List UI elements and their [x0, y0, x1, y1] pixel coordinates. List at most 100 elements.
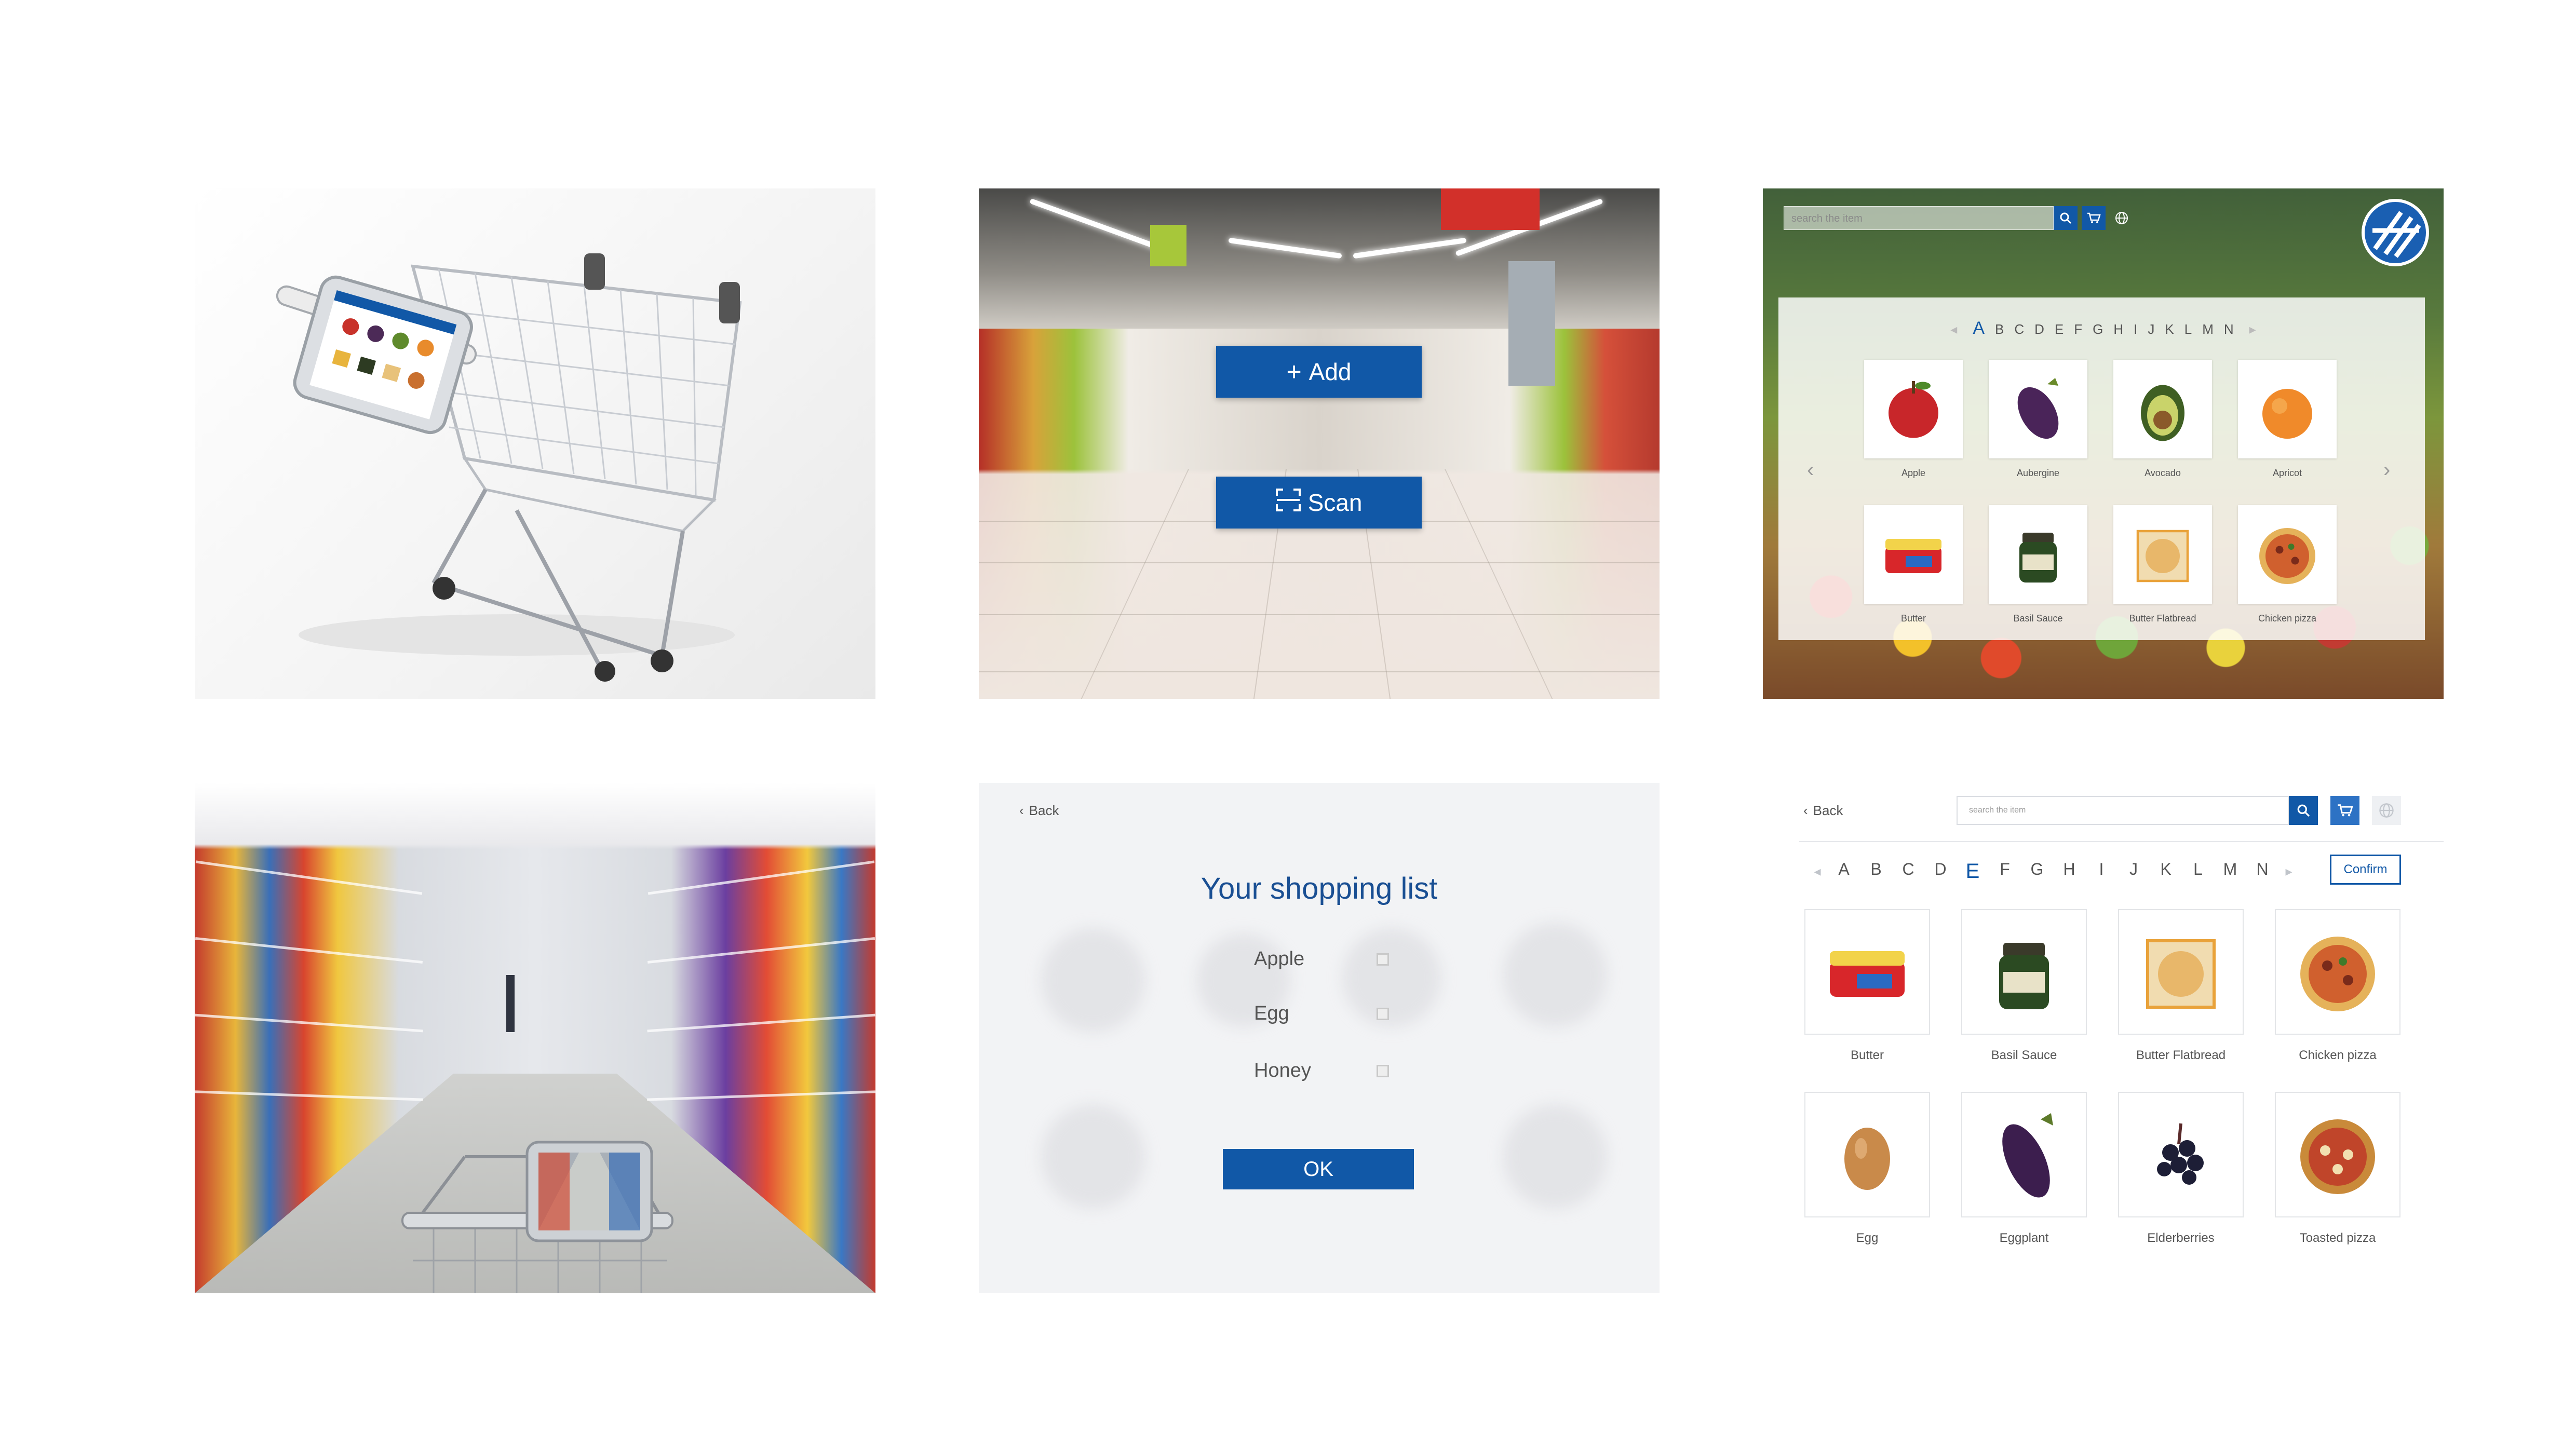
- product-card[interactable]: Elderberries: [2118, 1092, 2244, 1245]
- letter-filter-j[interactable]: J: [2118, 860, 2150, 883]
- letter-filter-n[interactable]: N: [2246, 860, 2278, 883]
- product-label: Avocado: [2145, 468, 2181, 478]
- letter-filter-n[interactable]: N: [2224, 321, 2234, 337]
- shopping-list-screen: ‹ Back Your shopping list Apple Egg Hone…: [979, 783, 1660, 1293]
- product-card[interactable]: Apple: [1864, 360, 1963, 479]
- alphabet-filter: ◂ A B C D E F G H I J K L M N ▸: [1763, 318, 2444, 338]
- letter-filter-e[interactable]: E: [2055, 321, 2064, 337]
- checkbox[interactable]: [1377, 1064, 1389, 1077]
- list-item[interactable]: Egg: [1254, 1003, 1389, 1025]
- search-input[interactable]: search the item: [1784, 206, 2054, 230]
- product-card[interactable]: Basil Sauce: [1989, 505, 2087, 624]
- letter-filter-i[interactable]: I: [2134, 321, 2137, 337]
- letter-filter-b[interactable]: B: [1995, 321, 2004, 337]
- search-input[interactable]: search the item: [1957, 796, 2289, 825]
- flatbread-icon: [2136, 530, 2189, 583]
- pizza-icon: [2300, 937, 2375, 1011]
- letter-filter-e[interactable]: E: [1957, 860, 1989, 883]
- product-label: Butter Flatbread: [2129, 613, 2196, 624]
- product-card[interactable]: Egg: [1804, 1092, 1930, 1245]
- next-letter-arrow-icon[interactable]: ▸: [2249, 321, 2256, 337]
- list-item[interactable]: Honey: [1254, 1060, 1389, 1082]
- letter-filter-g[interactable]: G: [2093, 321, 2103, 337]
- letter-filter-k[interactable]: K: [2150, 860, 2182, 883]
- letter-filter-m[interactable]: M: [2202, 321, 2214, 337]
- product-card[interactable]: Toasted pizza: [2275, 1092, 2400, 1245]
- letter-filter-g[interactable]: G: [2021, 860, 2053, 883]
- letter-filter-l[interactable]: L: [2182, 860, 2214, 883]
- confirm-button[interactable]: Confirm: [2330, 855, 2401, 885]
- promo-sign: [1441, 188, 1540, 230]
- scan-button-label: Scan: [1307, 489, 1363, 516]
- letter-filter-m[interactable]: M: [2214, 860, 2246, 883]
- prev-letter-arrow-icon[interactable]: ◂: [1807, 863, 1828, 879]
- product-label: Eggplant: [1999, 1231, 2049, 1245]
- product-card[interactable]: Butter: [1864, 505, 1963, 624]
- chevron-left-icon[interactable]: ‹: [1807, 458, 1814, 482]
- back-button[interactable]: ‹ Back: [1803, 803, 1843, 819]
- product-card[interactable]: Avocado: [2113, 360, 2212, 479]
- product-card[interactable]: Chicken pizza: [2275, 909, 2400, 1063]
- floor-tile-line: [979, 562, 1660, 563]
- language-button[interactable]: [2372, 796, 2401, 825]
- product-image: [1864, 505, 1963, 604]
- product-label: Apricot: [2272, 468, 2302, 478]
- letter-filter-l[interactable]: L: [2184, 321, 2192, 337]
- hanging-banner: [1508, 261, 1555, 386]
- product-label: Basil Sauce: [1991, 1048, 2057, 1062]
- letter-filter-b[interactable]: B: [1860, 860, 1892, 883]
- add-button[interactable]: + Add: [1216, 346, 1422, 398]
- cart-button[interactable]: [2082, 206, 2106, 230]
- product-card[interactable]: Butter Flatbread: [2118, 909, 2244, 1063]
- ok-button[interactable]: OK: [1223, 1149, 1414, 1189]
- letter-filter-d[interactable]: D: [1924, 860, 1957, 883]
- product-image: [1804, 909, 1930, 1035]
- list-item[interactable]: Apple: [1254, 948, 1389, 970]
- store-ceiling: [979, 188, 1660, 329]
- letter-filter-a[interactable]: A: [1828, 860, 1860, 883]
- letter-filter-k[interactable]: K: [2165, 321, 2174, 337]
- product-card[interactable]: Butter Flatbread: [2113, 505, 2212, 624]
- letter-filter-i[interactable]: I: [2085, 860, 2118, 883]
- back-button[interactable]: ‹ Back: [1019, 803, 1059, 819]
- checkbox[interactable]: [1377, 953, 1389, 966]
- product-card[interactable]: Butter: [1804, 909, 1930, 1063]
- letter-filter-a[interactable]: A: [1973, 318, 1985, 338]
- product-label: Chicken pizza: [2299, 1048, 2377, 1062]
- shopping-cart-illustration: [276, 253, 742, 682]
- language-button[interactable]: [2110, 206, 2134, 230]
- letter-filter-f[interactable]: F: [2074, 321, 2082, 337]
- cart-render-image: [195, 188, 875, 699]
- chevron-right-icon[interactable]: ›: [2383, 458, 2390, 482]
- product-catalog-screen: ‹ Back search the item ◂ A B C D E F G H I J K L M N ▸ …: [1763, 783, 2444, 1293]
- scan-button[interactable]: Scan: [1216, 477, 1422, 529]
- letter-filter-h[interactable]: H: [2053, 860, 2085, 883]
- checkbox[interactable]: [1377, 1007, 1389, 1020]
- letter-filter-c[interactable]: C: [2014, 321, 2024, 337]
- aubergine-icon: [2017, 378, 2059, 439]
- store-logo-icon: [2372, 211, 2421, 258]
- product-label: Butter: [1900, 613, 1926, 624]
- letter-filter-d[interactable]: D: [2034, 321, 2044, 337]
- product-card[interactable]: Aubergine: [1989, 360, 2087, 479]
- search-button[interactable]: [2289, 796, 2318, 825]
- cart-button[interactable]: [2330, 796, 2359, 825]
- product-image: [1961, 909, 2087, 1035]
- product-label: Egg: [1856, 1231, 1879, 1245]
- product-card[interactable]: Apricot: [2238, 360, 2337, 479]
- pizza-icon: [2259, 528, 2315, 584]
- letter-filter-c[interactable]: C: [1892, 860, 1924, 883]
- blurred-product: [1041, 928, 1145, 1032]
- next-letter-arrow-icon[interactable]: ▸: [2278, 863, 2299, 879]
- product-image: [1961, 1092, 2087, 1217]
- search-button[interactable]: [2054, 206, 2078, 230]
- product-image: [2113, 360, 2212, 458]
- product-card[interactable]: Chicken pizza: [2238, 505, 2337, 624]
- egg-icon: [1844, 1128, 1890, 1190]
- letter-filter-h[interactable]: H: [2113, 321, 2123, 337]
- product-card[interactable]: Basil Sauce: [1961, 909, 2087, 1063]
- letter-filter-j[interactable]: J: [2148, 321, 2154, 337]
- product-card[interactable]: Eggplant: [1961, 1092, 2087, 1245]
- prev-letter-arrow-icon[interactable]: ◂: [1950, 321, 1957, 337]
- letter-filter-f[interactable]: F: [1989, 860, 2021, 883]
